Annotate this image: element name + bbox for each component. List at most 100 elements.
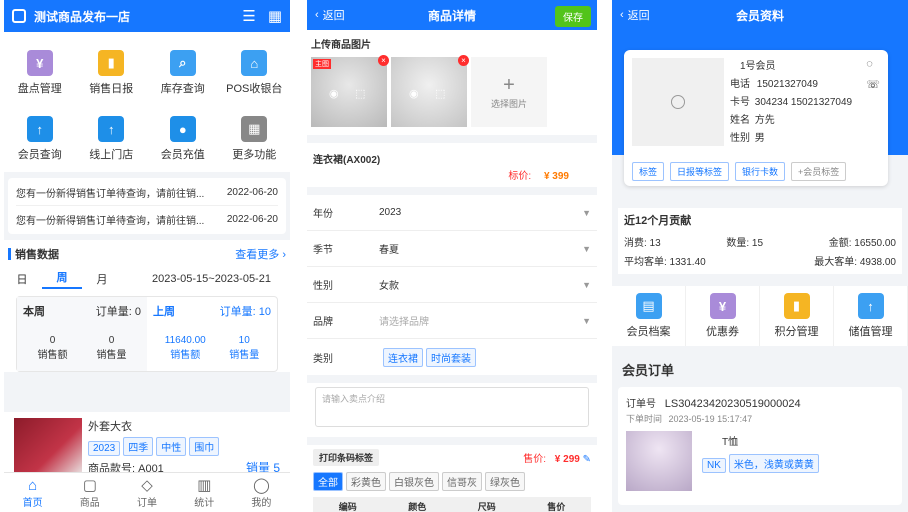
grid-item-label: 线上门店 <box>89 149 134 161</box>
order-no-label: 订单号 <box>626 399 656 410</box>
daily-report-icon: ▮ <box>98 50 125 76</box>
sale-price-label: 售价: <box>523 454 547 465</box>
grid-item[interactable]: ▤ 会员档案 <box>612 286 686 346</box>
attribute-row[interactable]: 性别 女款 ▼ <box>307 267 597 303</box>
print-barcode-button[interactable]: 打印条码标签 <box>313 449 380 466</box>
see-more-link[interactable]: 查看更多 › <box>235 246 286 262</box>
attribute-row[interactable]: 季节 春夏 ▼ <box>307 231 597 267</box>
attribute-label: 季节 <box>313 245 333 256</box>
contribution-section: 近12个月贡献 消费: 13 数量: 15 金额: 16550.00 平均客单:… <box>618 208 902 274</box>
tab-home[interactable]: ⌂ 首页 <box>4 473 61 512</box>
phone-label: 电话 <box>730 79 750 90</box>
member-tag-button[interactable]: +会员标签 <box>791 162 847 181</box>
order-time-label: 下单时间 <box>626 414 663 424</box>
product-photo[interactable]: 主图 × ◉ ⬚ <box>311 55 389 127</box>
member-tag-button[interactable]: 标签 <box>632 162 665 181</box>
back-button[interactable]: ‹ 返回 <box>315 0 345 30</box>
grid-item[interactable]: ▦ 更多功能 <box>219 106 291 172</box>
tab-day[interactable]: 日 <box>4 271 42 287</box>
notice-item[interactable]: 您有一份新得销售订单待查询，请前往销... 2022-06-20 <box>16 206 278 232</box>
phone-icon[interactable]: ☏ <box>866 78 880 91</box>
dropdown-arrow-icon: ▼ <box>582 315 591 326</box>
grid-item[interactable]: ⌂ POS收银台 <box>219 40 291 106</box>
order-icon: ◇ <box>141 477 153 494</box>
sort-icon[interactable]: ☰ <box>242 7 255 25</box>
dropdown-arrow-icon: ▼ <box>582 207 591 218</box>
attribute-label: 性别 <box>313 281 333 292</box>
tab-week[interactable]: 周 <box>42 269 82 289</box>
tab-label: 商品 <box>79 498 100 509</box>
dropdown-arrow-icon: ▼ <box>582 243 591 254</box>
member-tag-button[interactable]: 银行卡数 <box>735 162 786 181</box>
grid-item[interactable]: ⌕ 库存查询 <box>147 40 219 106</box>
grid-item[interactable]: ● 会员充值 <box>147 106 219 172</box>
tab-orders[interactable]: ◇ 订单 <box>118 473 175 512</box>
color-chip[interactable]: 绿灰色 <box>485 472 525 491</box>
category-tag[interactable]: 连衣裙 <box>383 347 423 367</box>
chat-icon[interactable]: ◌ <box>866 58 880 70</box>
crop-icon[interactable]: ⬚ <box>355 87 365 100</box>
store-switcher[interactable]: 测试商品发布一店 <box>12 8 130 25</box>
preview-icon[interactable]: ◉ <box>329 87 339 100</box>
grid-item[interactable]: ¥ 优惠券 <box>686 286 760 346</box>
color-chip[interactable]: 全部 <box>313 472 343 491</box>
user-icon: ◯ <box>253 477 270 494</box>
sale-price-value: ¥ 299 <box>554 454 580 465</box>
grid-item[interactable]: ↑ 储值管理 <box>834 286 908 346</box>
order-item-tag: 米色，浅黄或黄黄 <box>728 454 819 473</box>
attribute-row[interactable]: 年份 2023 ▼ <box>307 195 597 231</box>
product-name: 连衣裙(AX002) <box>313 155 381 166</box>
chart-icon: ▥ <box>197 477 212 494</box>
function-grid: ¥ 盘点管理 ▮ 销售日报 ⌕ 库存查询 ⌂ POS收银台 ↑ 会员查询 ↑ 线上门店 ● 会员充值 ▦ 更多… <box>4 32 290 172</box>
back-button[interactable]: ‹ 返回 <box>620 0 650 30</box>
product-photo[interactable]: × ◉ ⬚ <box>391 55 469 127</box>
color-chip[interactable]: 白银灰色 <box>389 472 439 491</box>
delete-icon[interactable]: × <box>458 55 469 66</box>
intro-textarea[interactable]: 请输入卖点介绍 <box>315 387 589 427</box>
tab-stats[interactable]: ▥ 统计 <box>176 473 233 512</box>
edit-icon[interactable]: ✎ <box>583 454 591 465</box>
crop-icon[interactable]: ⬚ <box>435 87 445 100</box>
order-card[interactable]: 订单号 LS30423420230519000024 下单时间 2023-05-… <box>618 387 902 505</box>
grid-item[interactable]: ¥ 盘点管理 <box>4 40 76 106</box>
tab-me[interactable]: ◯ 我的 <box>233 473 290 512</box>
coupon-icon: ¥ <box>709 293 736 319</box>
grid-item[interactable]: ▮ 积分管理 <box>760 286 834 346</box>
attribute-label: 品牌 <box>313 317 333 328</box>
scan-icon[interactable]: ▦ <box>268 7 282 25</box>
col-code: 编码 <box>338 501 357 512</box>
grid-item[interactable]: ↑ 会员查询 <box>4 106 76 172</box>
notice-text: 您有一份新得销售订单待查询，请前往销... <box>16 189 205 200</box>
phone-value: 15021327049 <box>756 79 818 90</box>
notice-item[interactable]: 您有一份新得销售订单待查询，请前往销... 2022-06-20 <box>16 180 278 206</box>
product-item[interactable]: 外套大衣 2023 四季 中性 围巾 商品款号: A001 销量 5 <box>4 412 290 475</box>
realname-value: 方先 <box>754 115 775 126</box>
delete-icon[interactable]: × <box>378 55 389 66</box>
member-tag-button[interactable]: 日报等标签 <box>670 162 730 181</box>
attribute-row[interactable]: 品牌 请选择品牌 ▼ <box>307 303 597 339</box>
grid-item[interactable]: ▮ 销售日报 <box>76 40 148 106</box>
member-file-icon: ▤ <box>635 293 662 319</box>
attribute-value: 2023 <box>379 207 402 218</box>
main-image-badge: 主图 <box>313 59 331 69</box>
tab-month[interactable]: 月 <box>82 271 122 287</box>
image-upload-section: 上传商品图片 主图 × ◉ ⬚ × ◉ ⬚ + 选择图片 <box>307 30 597 127</box>
color-chip[interactable]: 信哥灰 <box>442 472 482 491</box>
stat-label: 销售额 <box>170 350 201 361</box>
date-range[interactable]: 2023-05-15~2023-05-21 <box>152 273 271 285</box>
category-tag[interactable]: 时尚套装 <box>426 347 476 367</box>
grid-item[interactable]: ↑ 线上门店 <box>76 106 148 172</box>
member-search-icon: ↑ <box>26 116 53 142</box>
this-week-label: 本周 <box>23 306 45 318</box>
color-chip[interactable]: 彩黄色 <box>346 472 386 491</box>
preview-icon[interactable]: ◉ <box>409 87 419 100</box>
tab-products[interactable]: ▢ 商品 <box>61 473 118 512</box>
save-button[interactable]: 保存 <box>555 6 591 27</box>
grid-item-label: 销售日报 <box>89 83 134 95</box>
last-week-orders: 订单量: 10 <box>219 306 271 318</box>
recharge-icon: ● <box>169 116 196 142</box>
sales-section: 销售数据 查看更多 › 日 周 月 2023-05-15~2023-05-21 … <box>4 240 290 372</box>
choose-image-button[interactable]: + 选择图片 <box>471 57 547 127</box>
inventory-icon: ¥ <box>26 50 53 76</box>
page-title: 会员资料 <box>735 8 784 23</box>
